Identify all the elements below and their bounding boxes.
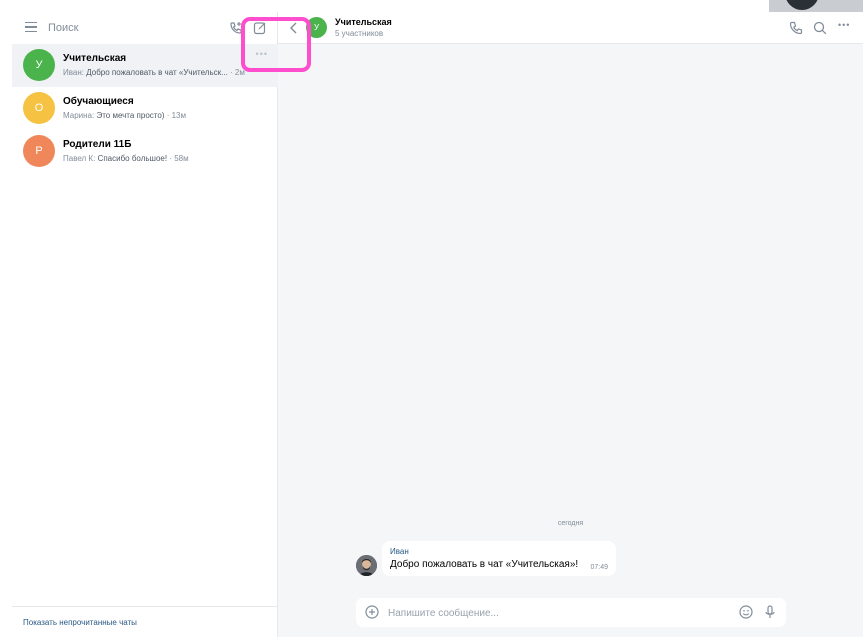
message-bubble[interactable]: Иван Добро пожаловать в чат «Учительская…: [382, 541, 616, 576]
message-input[interactable]: [388, 603, 718, 623]
message-text: Добро пожаловать в чат «Учительская»!: [390, 559, 579, 570]
chat-list: У Учительская Иван: Добро пожаловать в ч…: [12, 44, 278, 173]
preview-sender: Иван:: [63, 68, 84, 77]
chat-title[interactable]: Учительская: [335, 17, 392, 27]
search-icon[interactable]: [812, 20, 828, 36]
preview-text: Добро пожаловать в чат «Учительск...: [86, 68, 228, 77]
message-author[interactable]: Иван: [390, 547, 409, 556]
message-time: 07:49: [590, 564, 608, 571]
preview-sender: Марина:: [63, 111, 95, 120]
chat-preview: Иван: Добро пожаловать в чат «Учительск.…: [63, 68, 245, 77]
chat-list-item[interactable]: О Обучающиеся Марина: Это мечта просто) …: [12, 87, 278, 130]
highlight-annotation: [241, 17, 311, 72]
date-divider: сегодня: [557, 520, 584, 527]
show-unread-link[interactable]: Показать непрочитанные чаты: [23, 618, 137, 627]
more-icon[interactable]: •••: [838, 20, 858, 36]
microphone-icon[interactable]: [762, 604, 778, 620]
search-input[interactable]: [48, 18, 218, 38]
preview-time: · 58м: [169, 154, 189, 163]
chat-title: Родители 11Б: [63, 139, 132, 150]
preview-text: Спасибо большое!: [97, 154, 168, 163]
corner-photo: [769, 0, 863, 12]
sidebar-header: [12, 12, 278, 44]
chat-sidebar: У Учительская Иван: Добро пожаловать в ч…: [12, 12, 278, 637]
avatar[interactable]: [356, 555, 377, 576]
chat-preview: Марина: Это мечта просто) · 13м: [63, 111, 186, 120]
avatar: О: [23, 92, 55, 124]
emoji-icon[interactable]: [738, 604, 754, 620]
chat-member-count: 5 участников: [335, 29, 384, 38]
preview-time: · 13м: [166, 111, 186, 120]
plus-circle-icon[interactable]: [364, 604, 380, 620]
chat-pane: У Учительская 5 участников ••• сегодня И…: [278, 12, 863, 637]
chat-list-item[interactable]: У Учительская Иван: Добро пожаловать в ч…: [12, 44, 278, 87]
phone-icon[interactable]: [788, 20, 804, 36]
messenger-window: У Учительская Иван: Добро пожаловать в ч…: [12, 12, 863, 637]
avatar: Р: [23, 135, 55, 167]
message-composer: [356, 598, 786, 627]
chat-title: Обучающиеся: [63, 96, 134, 107]
hamburger-icon[interactable]: [25, 22, 37, 33]
preview-text: Это мечта просто): [96, 111, 165, 120]
chat-preview: Павел К: Спасибо большое! · 58м: [63, 154, 189, 163]
chat-title: Учительская: [63, 53, 127, 64]
chat-list-item[interactable]: Р Родители 11Б Павел К: Спасибо большое!…: [12, 130, 278, 173]
sidebar-footer: Показать непрочитанные чаты: [12, 606, 278, 637]
preview-sender: Павел К:: [63, 154, 96, 163]
chat-header: У Учительская 5 участников •••: [278, 12, 863, 44]
avatar: У: [23, 49, 55, 81]
